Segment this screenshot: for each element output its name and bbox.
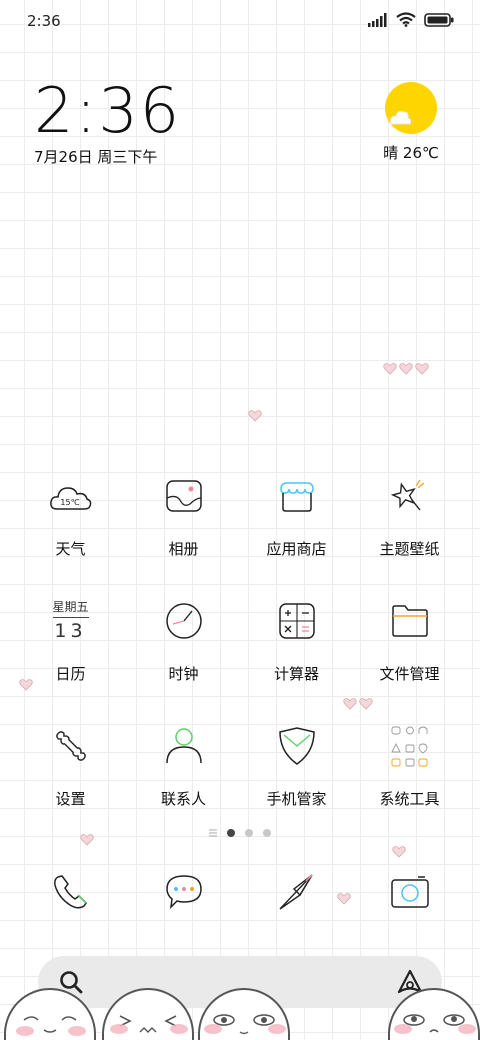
calendar-weekday: 星期五	[52, 600, 89, 614]
heart-decoration	[383, 363, 397, 375]
app-gallery[interactable]: 相册	[127, 470, 240, 580]
clock-icon	[160, 597, 208, 645]
wifi-icon	[396, 12, 416, 27]
status-icons	[368, 12, 454, 27]
app-label: 文件管理	[379, 665, 440, 683]
app-label: 联系人	[160, 790, 206, 808]
heart-decoration	[399, 363, 413, 375]
phone-icon[interactable]	[47, 868, 95, 916]
app-label: 设置	[55, 790, 86, 808]
contacts-icon	[160, 722, 208, 770]
app-label: 相册	[168, 540, 199, 558]
app-clock[interactable]: 时钟	[127, 595, 240, 705]
gallery-icon	[160, 472, 208, 520]
page-lines-icon	[209, 829, 217, 837]
calendar-day: 13	[54, 620, 87, 642]
app-system-tools-folder[interactable]: 系统工具	[353, 720, 466, 830]
calendar-divider	[52, 617, 89, 618]
app-store-icon	[273, 472, 321, 520]
page-dot[interactable]	[263, 829, 271, 837]
app-label: 应用商店	[266, 540, 327, 558]
clock-widget[interactable]: 2:36 7月26日 周三下午	[34, 78, 181, 167]
app-label: 时钟	[168, 665, 199, 683]
app-app-store[interactable]: 应用商店	[240, 470, 353, 580]
app-label: 日历	[55, 665, 86, 683]
sun-cloud-icon	[385, 82, 437, 134]
signal-icon	[368, 12, 387, 27]
status-time: 2:36	[27, 12, 61, 30]
system-tools-folder-icon	[386, 722, 434, 770]
page-indicator[interactable]	[0, 829, 480, 837]
app-file-manager[interactable]: 文件管理	[353, 595, 466, 705]
app-settings[interactable]: 设置	[14, 720, 127, 830]
security-icon	[273, 722, 321, 770]
app-label: 天气	[55, 540, 86, 558]
heart-decoration	[248, 410, 262, 422]
page-dot[interactable]	[245, 829, 253, 837]
messages-icon[interactable]	[160, 868, 208, 916]
weather-widget[interactable]: 晴 26℃	[376, 82, 446, 163]
browser-icon[interactable]	[273, 868, 321, 916]
weather-icon: 15℃	[47, 472, 95, 520]
app-label: 主题壁纸	[379, 540, 440, 558]
weather-icon-temp: 15℃	[60, 498, 79, 507]
page-dot-active[interactable]	[227, 829, 235, 837]
calculator-icon	[273, 597, 321, 645]
app-contacts[interactable]: 联系人	[127, 720, 240, 830]
battery-icon	[424, 12, 454, 27]
heart-decoration	[415, 363, 429, 375]
widget-date: 7月26日 周三下午	[34, 148, 158, 166]
status-bar: 2:36	[0, 0, 480, 44]
app-grid: 15℃ 天气 相册 应用商店 主题壁纸 星期五 13 日历 时钟 计算器 文件管…	[14, 470, 466, 830]
app-label: 计算器	[273, 665, 319, 683]
app-calculator[interactable]: 计算器	[240, 595, 353, 705]
heart-decoration	[392, 846, 406, 858]
file-manager-icon	[386, 597, 434, 645]
weather-text: 晴 26℃	[383, 144, 439, 162]
app-calendar[interactable]: 星期五 13 日历	[14, 595, 127, 705]
settings-icon	[47, 722, 95, 770]
app-themes[interactable]: 主题壁纸	[353, 470, 466, 580]
dock	[14, 868, 466, 916]
app-security[interactable]: 手机管家	[240, 720, 353, 830]
widget-time: 2:36	[34, 74, 182, 147]
calendar-icon: 星期五 13	[47, 597, 95, 645]
camera-icon[interactable]	[386, 868, 434, 916]
app-weather[interactable]: 15℃ 天气	[14, 470, 127, 580]
app-label: 系统工具	[379, 790, 440, 808]
themes-icon	[386, 472, 434, 520]
app-label: 手机管家	[266, 790, 327, 808]
